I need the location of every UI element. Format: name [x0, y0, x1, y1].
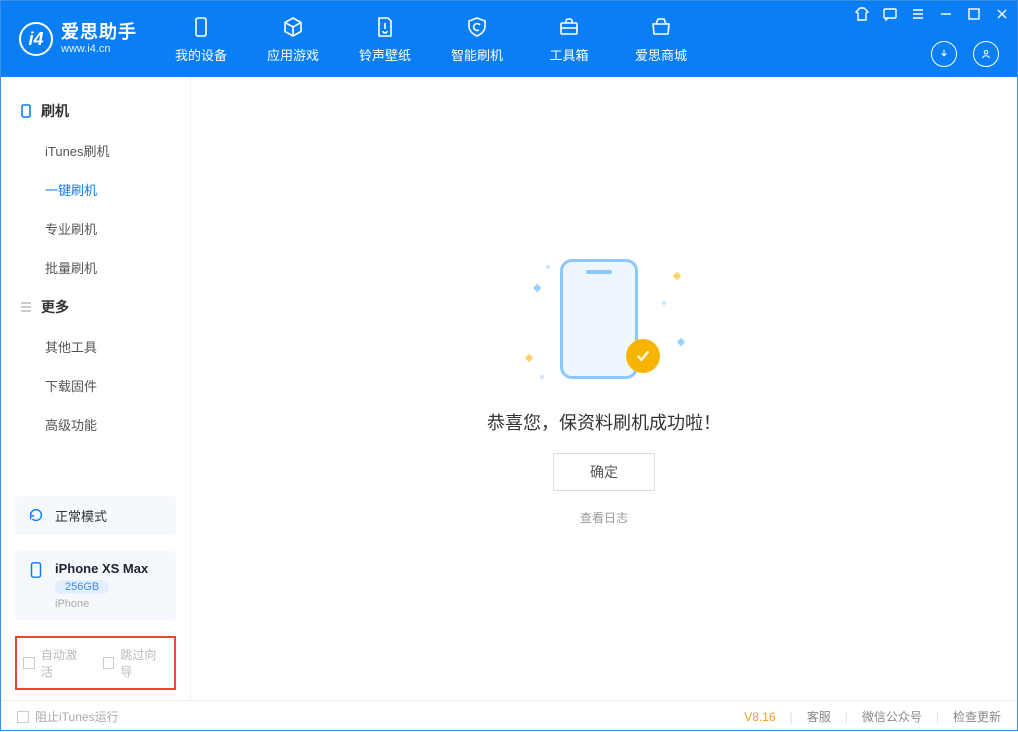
mode-label: 正常模式: [55, 506, 107, 525]
account-button[interactable]: [973, 41, 999, 67]
body: 刷机 iTunes刷机 一键刷机 专业刷机 批量刷机 更多 其他工具 下载固件 …: [1, 77, 1017, 700]
phone-icon: [189, 15, 213, 39]
maximize-button[interactable]: [967, 7, 981, 21]
mode-card[interactable]: 正常模式: [15, 496, 176, 535]
sidebar-item-itunes-flash[interactable]: iTunes刷机: [1, 131, 190, 170]
shield-refresh-icon: [465, 15, 489, 39]
sidebar-group-more: 更多: [1, 287, 190, 327]
check-badge-icon: [626, 339, 660, 373]
check-update-link[interactable]: 检查更新: [953, 708, 1001, 725]
minimize-button[interactable]: [939, 7, 953, 21]
nav-label: 应用游戏: [267, 45, 319, 64]
auto-activate-checkbox[interactable]: 自动激活: [23, 646, 89, 680]
nav-device[interactable]: 我的设备: [155, 1, 247, 77]
success-illustration: [524, 251, 684, 391]
app-url: www.i4.cn: [61, 43, 137, 55]
music-file-icon: [373, 15, 397, 39]
window-controls: [855, 7, 1009, 21]
nav-rings[interactable]: 铃声壁纸: [339, 1, 431, 77]
header-actions: [931, 41, 999, 67]
sidebar-item-pro-flash[interactable]: 专业刷机: [1, 209, 190, 248]
app-header: i4 爱思助手 www.i4.cn 我的设备 应用游戏 铃声壁纸 智能刷机 工具…: [1, 1, 1017, 77]
checkbox-label: 跳过向导: [120, 646, 168, 680]
status-bar: 阻止iTunes运行 V8.16 | 客服 | 微信公众号 | 检查更新: [1, 700, 1017, 732]
top-nav: 我的设备 应用游戏 铃声壁纸 智能刷机 工具箱 爱思商城: [155, 1, 707, 77]
block-itunes-checkbox[interactable]: 阻止iTunes运行: [17, 708, 119, 725]
sidebar-item-advanced[interactable]: 高级功能: [1, 405, 190, 444]
checkbox-icon: [103, 657, 115, 669]
view-log-link[interactable]: 查看日志: [580, 509, 628, 526]
nav-label: 爱思商城: [635, 45, 687, 64]
sidebar-item-other-tools[interactable]: 其他工具: [1, 327, 190, 366]
group-label: 刷机: [41, 101, 69, 121]
phone-outline-icon: [19, 104, 33, 118]
nav-label: 智能刷机: [451, 45, 503, 64]
nav-label: 工具箱: [549, 45, 588, 64]
customer-service-link[interactable]: 客服: [807, 708, 831, 725]
device-type: iPhone: [55, 598, 148, 610]
checkbox-icon: [23, 657, 35, 669]
nav-label: 我的设备: [175, 45, 227, 64]
app-name: 爱思助手: [61, 23, 137, 43]
logo-icon: i4: [19, 22, 53, 56]
checkbox-icon: [17, 711, 29, 723]
ok-button[interactable]: 确定: [553, 453, 655, 491]
device-storage: 256GB: [55, 580, 109, 594]
device-name: iPhone XS Max: [55, 561, 148, 576]
checkbox-label: 自动激活: [41, 646, 89, 680]
highlighted-options: 自动激活 跳过向导: [15, 636, 176, 690]
checkbox-label: 阻止iTunes运行: [35, 708, 119, 725]
version-label: V8.16: [744, 710, 775, 724]
list-icon: [19, 300, 33, 314]
sidebar-group-flash: 刷机: [1, 91, 190, 131]
briefcase-icon: [557, 15, 581, 39]
store-icon: [649, 15, 673, 39]
download-button[interactable]: [931, 41, 957, 67]
nav-store[interactable]: 爱思商城: [615, 1, 707, 77]
sidebar-item-batch-flash[interactable]: 批量刷机: [1, 248, 190, 287]
sidebar: 刷机 iTunes刷机 一键刷机 专业刷机 批量刷机 更多 其他工具 下载固件 …: [1, 77, 191, 700]
tshirt-icon[interactable]: [855, 7, 869, 21]
device-card[interactable]: iPhone XS Max 256GB iPhone: [15, 551, 176, 620]
skip-guide-checkbox[interactable]: 跳过向导: [103, 646, 169, 680]
logo: i4 爱思助手 www.i4.cn: [1, 1, 155, 77]
refresh-icon: [27, 506, 45, 524]
phone-icon: [27, 561, 45, 579]
nav-toolbox[interactable]: 工具箱: [523, 1, 615, 77]
nav-flash[interactable]: 智能刷机: [431, 1, 523, 77]
cube-icon: [281, 15, 305, 39]
nav-apps[interactable]: 应用游戏: [247, 1, 339, 77]
wechat-link[interactable]: 微信公众号: [862, 708, 922, 725]
nav-label: 铃声壁纸: [359, 45, 411, 64]
sidebar-item-download-firmware[interactable]: 下载固件: [1, 366, 190, 405]
close-button[interactable]: [995, 7, 1009, 21]
feedback-icon[interactable]: [883, 7, 897, 21]
sidebar-item-oneclick-flash[interactable]: 一键刷机: [1, 170, 190, 209]
group-label: 更多: [41, 297, 69, 317]
success-message: 恭喜您，保资料刷机成功啦！: [487, 409, 721, 435]
menu-icon[interactable]: [911, 7, 925, 21]
main-panel: 恭喜您，保资料刷机成功啦！ 确定 查看日志: [191, 77, 1017, 700]
